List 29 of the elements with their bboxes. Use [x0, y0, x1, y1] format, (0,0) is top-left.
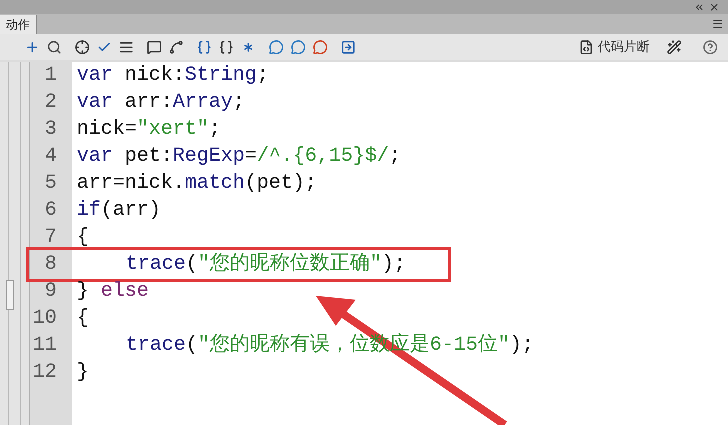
code-line: trace("您的昵称位数正确"); — [126, 252, 406, 276]
panel-menu-icon[interactable] — [712, 18, 724, 30]
panel-tab[interactable]: 动作 — [0, 15, 37, 34]
line-number: 2 — [44, 90, 57, 114]
line-number: 3 — [44, 118, 57, 142]
line-number: 8 — [44, 252, 57, 276]
code-line: var pet:RegExp=/^.{6,15}$/; — [77, 144, 402, 168]
line-number: 1 — [44, 64, 57, 88]
code-line: if(arr) — [77, 198, 162, 222]
code-line: var nick:String; — [77, 64, 270, 88]
close-icon[interactable] — [709, 2, 720, 12]
code-line: var arr:Array; — [77, 90, 246, 114]
collapse-icon[interactable] — [694, 2, 705, 12]
line-number: 7 — [44, 226, 57, 250]
snippets-label[interactable]: 代码片断 — [598, 37, 650, 57]
collapse-handle[interactable] — [6, 280, 14, 310]
code-line: { — [77, 306, 90, 330]
line-number: 11 — [32, 334, 57, 358]
line-number: 9 — [44, 280, 57, 304]
line-number: 4 — [44, 144, 57, 168]
line-number: 6 — [44, 198, 57, 222]
line-number: 12 — [32, 360, 57, 384]
code-line: } — [77, 360, 90, 384]
code-line: nick="xert"; — [77, 118, 222, 142]
line-number: 5 — [44, 172, 57, 196]
code-line: { — [77, 226, 90, 250]
code-line: arr=nick.match(pet); — [77, 172, 318, 196]
line-number: 10 — [32, 306, 57, 330]
code-line: } else — [77, 280, 150, 304]
